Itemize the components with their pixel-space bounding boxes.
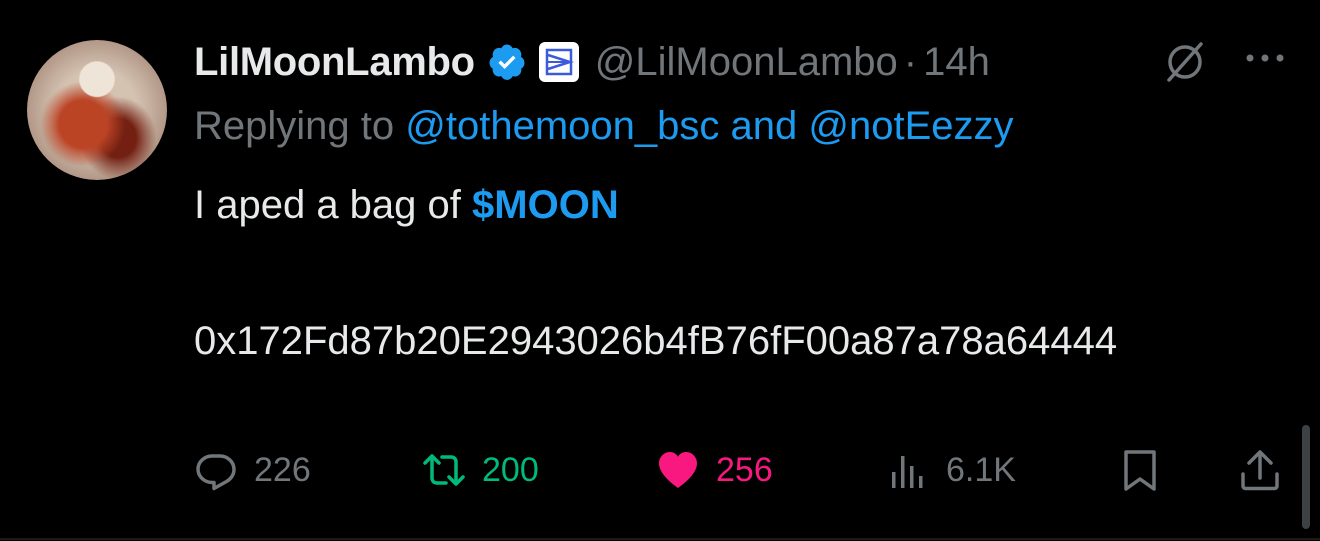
- reply-context: Replying to @tothemoon_bsc and @notEezzy: [194, 104, 1014, 149]
- tweet-header: LilMoonLambo @LilMoonLambo · 14h: [194, 34, 990, 90]
- heart-icon: [659, 452, 697, 488]
- action-bar: 226 200 256 6.1K: [194, 440, 1284, 500]
- reply-icon: [196, 454, 236, 491]
- views-button[interactable]: 6.1K: [886, 440, 1016, 500]
- tweet-text: I aped a bag of: [194, 183, 461, 227]
- like-button[interactable]: 256: [656, 440, 773, 500]
- bookmark-icon: [1124, 450, 1156, 491]
- mention-link[interactable]: @tothemoon_bsc: [405, 104, 719, 148]
- author-handle[interactable]: @LilMoonLambo: [595, 40, 898, 85]
- views-icon: [892, 456, 923, 488]
- tweet[interactable]: LilMoonLambo @LilMoonLambo · 14h Replyin…: [0, 0, 1320, 541]
- tweet-body: I aped a bag of $MOON 0x172Fd87b20E29430…: [194, 179, 1294, 367]
- verified-badge-icon[interactable]: [487, 42, 527, 82]
- share-button[interactable]: [1238, 440, 1282, 500]
- reply-button[interactable]: 226: [194, 440, 311, 500]
- separator-dot: ·: [903, 39, 918, 84]
- views-count: 6.1K: [946, 450, 1016, 489]
- divider: [0, 538, 1320, 540]
- repost-button[interactable]: 200: [422, 440, 539, 500]
- mention-joiner: and: [730, 104, 798, 148]
- like-count: 256: [716, 450, 773, 489]
- repost-count: 200: [482, 450, 539, 489]
- reply-count: 226: [254, 450, 311, 489]
- scrollbar[interactable]: [1302, 425, 1310, 529]
- repost-icon: [423, 454, 465, 486]
- grok-icon[interactable]: [1163, 40, 1207, 84]
- cashtag-link[interactable]: $MOON: [472, 183, 619, 227]
- more-icon[interactable]: [1240, 36, 1290, 80]
- author-display-name[interactable]: LilMoonLambo: [194, 40, 475, 85]
- bookmark-button[interactable]: [1118, 440, 1162, 500]
- mention-link[interactable]: @notEezzy: [808, 104, 1013, 148]
- replying-to-label: Replying to: [194, 104, 395, 148]
- share-icon: [1241, 450, 1279, 491]
- avatar[interactable]: [27, 40, 167, 180]
- affiliate-logo-icon[interactable]: [538, 42, 579, 82]
- contract-address: 0x172Fd87b20E2943026b4fB76fF00a87a78a644…: [194, 319, 1118, 363]
- timestamp[interactable]: 14h: [923, 40, 990, 85]
